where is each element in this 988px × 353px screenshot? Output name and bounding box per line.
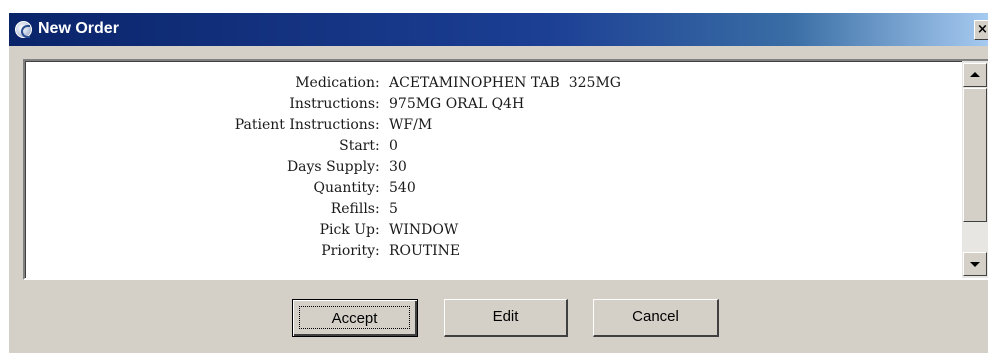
detail-row-days-supply: Days Supply: 30 <box>25 157 945 178</box>
detail-label: Start <box>339 138 375 154</box>
scroll-up-button[interactable] <box>963 63 987 87</box>
detail-label: Medication <box>295 75 375 91</box>
detail-colon: : <box>375 243 380 259</box>
detail-value: 30 <box>389 159 407 175</box>
detail-value: ACETAMINOPHEN TAB 325MG <box>389 75 621 91</box>
detail-row-instructions: Instructions: 975MG ORAL Q4H <box>25 94 945 115</box>
detail-value: 975MG ORAL Q4H <box>389 96 525 112</box>
order-details-list: Medication: ACETAMINOPHEN TAB 325MG Instr… <box>25 73 945 262</box>
detail-label: Pick Up <box>319 222 375 238</box>
order-details-textbox[interactable]: Medication: ACETAMINOPHEN TAB 325MG Instr… <box>23 59 988 280</box>
detail-value: 540 <box>389 180 416 196</box>
title-bar[interactable]: New Order × <box>9 13 988 46</box>
app-globe-icon <box>15 21 32 38</box>
detail-label: Patient Instructions <box>234 117 375 133</box>
window-title: New Order <box>38 20 119 37</box>
detail-value: WF/M <box>389 117 433 133</box>
detail-row-pick-up: Pick Up: WINDOW <box>25 220 945 241</box>
cancel-button[interactable]: Cancel <box>593 299 719 337</box>
detail-colon: : <box>375 96 380 112</box>
detail-colon: : <box>375 117 380 133</box>
detail-row-patient-instructions: Patient Instructions: WF/M <box>25 115 945 136</box>
detail-label: Priority <box>321 243 375 259</box>
edit-button[interactable]: Edit <box>444 299 568 337</box>
close-button[interactable]: × <box>974 20 988 40</box>
detail-colon: : <box>375 180 380 196</box>
detail-row-medication: Medication: ACETAMINOPHEN TAB 325MG <box>25 73 945 94</box>
detail-colon: : <box>375 222 380 238</box>
arrow-up-icon <box>970 72 980 77</box>
accept-button-label: Accept <box>299 306 410 329</box>
detail-value: WINDOW <box>389 222 459 238</box>
detail-colon: : <box>375 138 380 154</box>
detail-row-start: Start: 0 <box>25 136 945 157</box>
detail-colon: : <box>375 159 380 175</box>
detail-value: ROUTINE <box>389 243 461 259</box>
arrow-down-icon <box>970 262 980 267</box>
detail-value: 0 <box>389 138 398 154</box>
detail-label: Refills <box>330 201 375 217</box>
detail-colon: : <box>375 75 380 91</box>
detail-row-priority: Priority: ROUTINE <box>25 241 945 262</box>
scrollbar-thumb[interactable] <box>963 88 987 222</box>
detail-row-quantity: Quantity: 540 <box>25 178 945 199</box>
detail-value: 5 <box>389 201 398 217</box>
new-order-dialog: New Order × Medication: ACETAMINOPHEN TAB… <box>9 13 988 353</box>
detail-colon: : <box>375 201 380 217</box>
detail-label: Quantity <box>313 180 376 196</box>
vertical-scrollbar[interactable] <box>962 61 988 278</box>
accept-button[interactable]: Accept <box>292 299 418 337</box>
detail-label: Instructions <box>289 96 375 112</box>
detail-label: Days Supply <box>286 159 375 175</box>
scroll-down-button[interactable] <box>963 252 987 276</box>
detail-row-refills: Refills: 5 <box>25 199 945 220</box>
